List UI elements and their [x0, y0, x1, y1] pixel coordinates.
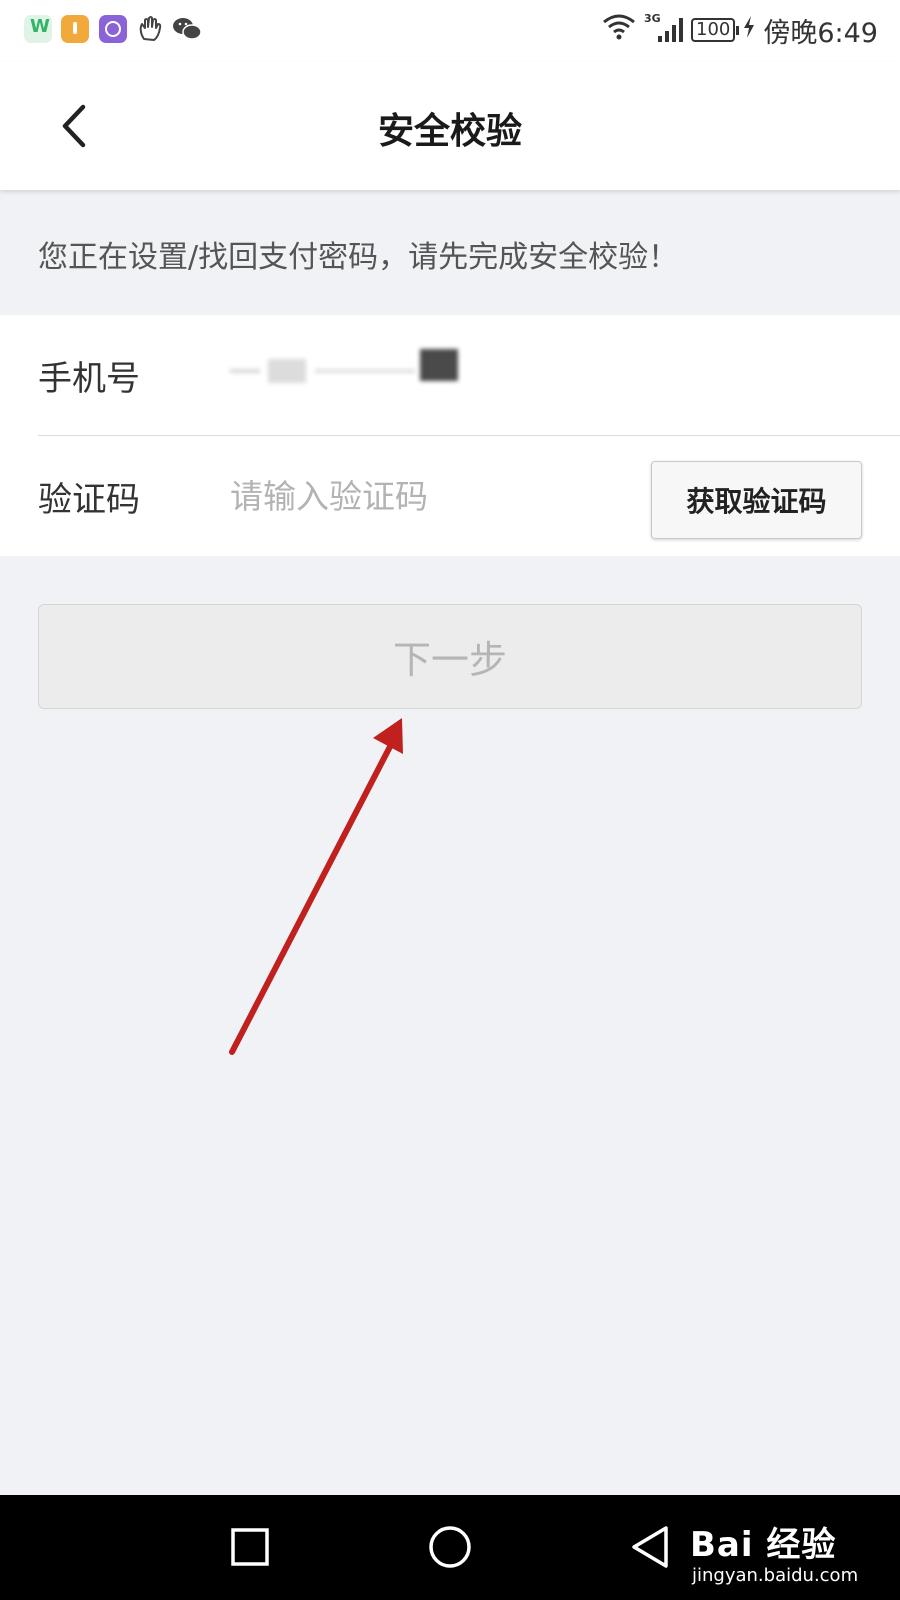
charging-icon — [743, 15, 755, 46]
baidu-jingyan-watermark: Bai 经验 — [690, 1525, 837, 1565]
status-indicators: 3G 100 傍晚6:49 — [602, 12, 878, 49]
home-icon — [429, 1526, 471, 1568]
get-code-button[interactable]: 获取验证码 — [651, 461, 862, 539]
wifi-icon — [602, 14, 636, 47]
page-title: 安全校验 — [377, 111, 522, 152]
next-step-button[interactable]: 下一步 — [38, 604, 862, 709]
phone-number-masked — [230, 347, 470, 397]
top-app-bar: 安全校验 — [0, 62, 900, 190]
back-icon — [632, 1526, 668, 1568]
code-row: 验证码 获取验证码 — [0, 436, 900, 556]
battery-level: 100 — [691, 18, 740, 42]
home-button[interactable] — [420, 1517, 480, 1577]
watermark-url: jingyan.baidu.com — [692, 1565, 859, 1586]
code-label: 验证码 — [38, 480, 140, 520]
clock: 傍晚6:49 — [763, 17, 878, 49]
signal-icon: 3G — [644, 12, 683, 42]
verification-form: 手机号 验证码 获取验证码 — [0, 315, 900, 556]
network-type: 3G — [644, 12, 661, 25]
wechat-icon — [172, 15, 202, 43]
wps-icon — [24, 15, 52, 43]
security-notice: 您正在设置/找回支付密码，请先完成安全校验！ — [0, 192, 900, 315]
phone-label: 手机号 — [38, 359, 140, 399]
status-bar: 3G 100 傍晚6:49 — [0, 0, 900, 62]
notice-text: 您正在设置/找回支付密码，请先完成安全校验！ — [38, 239, 679, 275]
recent-apps-button[interactable] — [220, 1517, 280, 1577]
verification-code-input[interactable] — [230, 470, 610, 522]
app-orange-icon — [61, 15, 89, 43]
hand-icon — [136, 15, 164, 43]
system-back-button[interactable] — [620, 1517, 680, 1577]
recent-apps-icon — [231, 1528, 269, 1566]
phone-row: 手机号 — [0, 315, 900, 436]
app-purple-icon — [99, 15, 127, 43]
system-nav-bar: Bai 经验 jingyan.baidu.com — [0, 1495, 900, 1600]
